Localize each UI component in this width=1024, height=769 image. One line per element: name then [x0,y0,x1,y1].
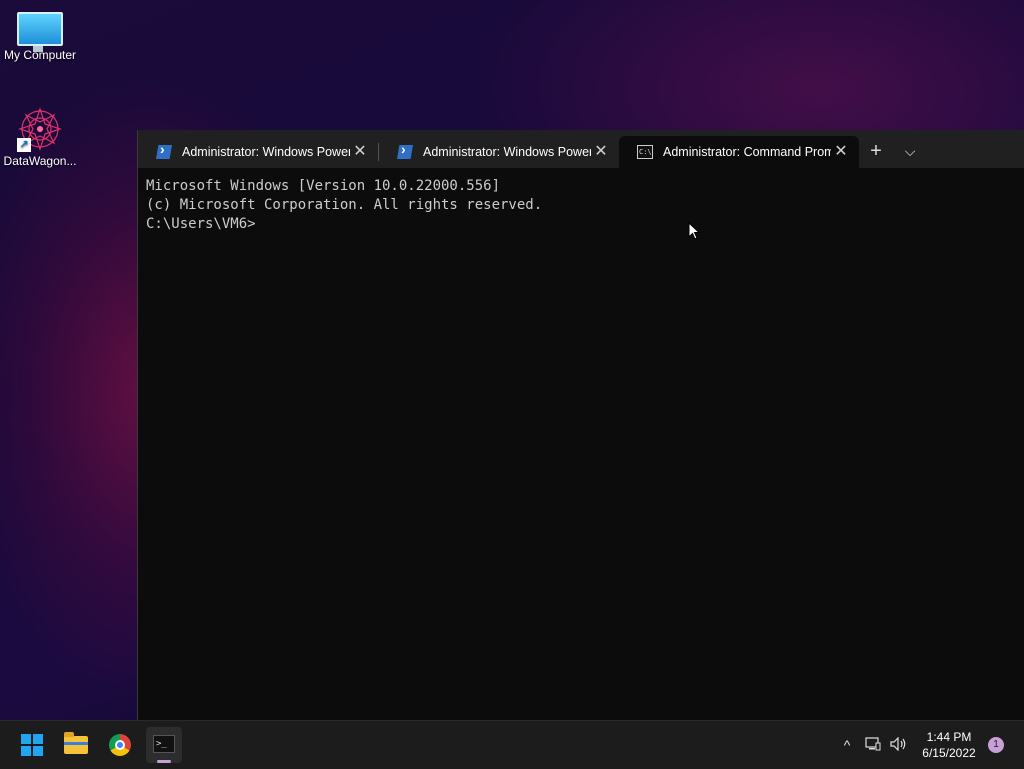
chrome-icon [109,734,131,756]
tab-powershell-1[interactable]: Administrator: Windows PowerShell ✕ [138,136,378,168]
tab-title: Administrator: Windows PowerShell [423,145,591,159]
folder-icon [64,732,88,754]
notification-badge[interactable]: 1 [988,737,1004,753]
powershell-icon [397,145,413,159]
mouse-cursor-icon [688,222,700,240]
taskbar: >_ ^ 1:44 PM 6/15/2022 1 [0,720,1024,769]
console-prompt: C:\Users\VM6> [146,216,256,232]
taskbar-file-explorer[interactable] [58,727,94,763]
taskbar-terminal[interactable]: >_ [146,727,182,763]
close-icon[interactable]: ✕ [352,144,368,160]
console-line: Microsoft Windows [Version 10.0.22000.55… [146,178,501,194]
desktop-icon-my-computer[interactable]: My Computer [0,0,80,62]
datawagon-icon: ↗ [17,106,63,152]
clock-time: 1:44 PM [926,730,972,744]
desktop-icon-label: DataWagon... [3,154,77,168]
new-tab-button[interactable]: + [859,136,893,168]
chevron-up-icon[interactable]: ^ [834,737,860,753]
powershell-icon [156,145,172,159]
tab-title: Administrator: Command Prompt [663,145,831,159]
terminal-icon: >_ [153,735,175,753]
tab-title: Administrator: Windows PowerShell [182,145,350,159]
start-button[interactable] [14,727,50,763]
tab-bar: Administrator: Windows PowerShell ✕ Admi… [138,130,1024,168]
taskbar-clock[interactable]: 1:44 PM 6/15/2022 [918,729,980,761]
taskbar-chrome[interactable] [102,727,138,763]
close-icon[interactable]: ✕ [593,144,609,160]
network-icon[interactable] [860,736,886,754]
monitor-icon [17,12,63,52]
clock-date: 6/15/2022 [922,746,976,760]
desktop-icon-datawagon[interactable]: ↗ DataWagon... [0,100,80,168]
close-icon[interactable]: ✕ [833,144,849,160]
windows-icon [21,734,43,756]
volume-icon[interactable] [886,736,912,754]
console-output[interactable]: Microsoft Windows [Version 10.0.22000.55… [138,168,1024,243]
tab-powershell-2[interactable]: Administrator: Windows PowerShell ✕ [379,136,619,168]
cmd-icon: C:\ [637,145,653,159]
console-line: (c) Microsoft Corporation. All rights re… [146,197,543,213]
system-tray: ^ [834,721,912,769]
terminal-window: Administrator: Windows PowerShell ✕ Admi… [137,130,1024,720]
shortcut-arrow-icon: ↗ [17,138,31,152]
tab-command-prompt[interactable]: C:\ Administrator: Command Prompt ✕ [619,136,859,168]
tab-dropdown-button[interactable]: ⌵ [893,136,927,168]
